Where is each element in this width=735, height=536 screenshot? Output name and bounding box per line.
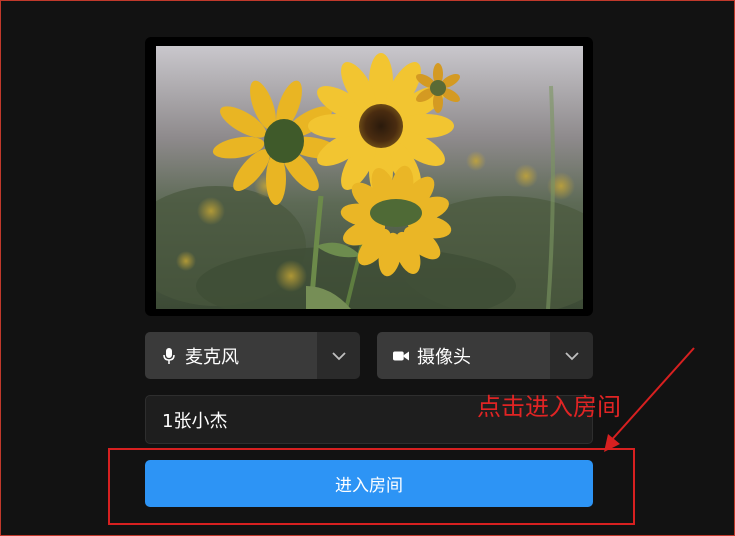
camera-dropdown-button[interactable]	[550, 332, 593, 379]
camera-select-main[interactable]: 摄像头	[377, 332, 550, 379]
microphone-label: 麦克风	[185, 346, 239, 368]
annotation-arrow-icon	[604, 347, 695, 452]
camera-preview	[145, 37, 593, 316]
sunflower-preview-image	[156, 46, 583, 309]
video-camera-icon	[393, 348, 409, 364]
microphone-select[interactable]: 麦克风	[145, 332, 360, 379]
chevron-down-icon	[564, 351, 579, 360]
camera-select[interactable]: 摄像头	[377, 332, 593, 379]
microphone-select-main[interactable]: 麦克风	[145, 332, 317, 379]
microphone-dropdown-button[interactable]	[317, 332, 360, 379]
microphone-icon	[161, 347, 177, 364]
chevron-down-icon	[331, 351, 346, 360]
camera-label: 摄像头	[417, 346, 471, 368]
annotation-highlight-box	[108, 448, 635, 525]
